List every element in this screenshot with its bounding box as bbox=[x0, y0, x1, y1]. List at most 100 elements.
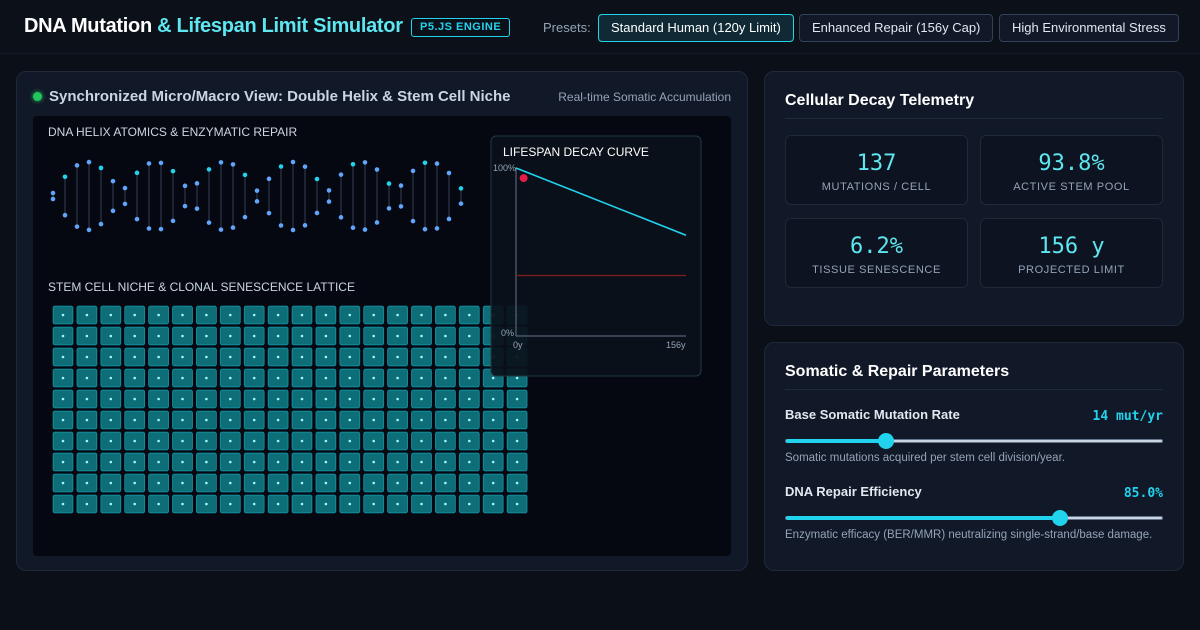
cell-nucleus bbox=[157, 334, 160, 338]
helix-nucleotide bbox=[422, 226, 428, 232]
param-label: DNA Repair Efficiency bbox=[785, 484, 922, 499]
cell-nucleus bbox=[157, 376, 160, 380]
cell-nucleus bbox=[85, 418, 89, 422]
cell-nucleus bbox=[396, 355, 399, 359]
stat-value: 93.8% bbox=[1038, 151, 1105, 176]
cell-nucleus bbox=[515, 376, 519, 380]
cell-nucleus bbox=[157, 397, 160, 401]
helix-nucleotide bbox=[374, 167, 380, 172]
helix-nucleotide bbox=[98, 165, 104, 171]
cell-nucleus bbox=[181, 355, 184, 359]
cell-nucleus bbox=[420, 376, 423, 380]
helix-nucleotide bbox=[146, 226, 152, 231]
cell-nucleus bbox=[300, 439, 304, 443]
stat-projected-limit: 156 y PROJECTED LIMIT bbox=[980, 218, 1163, 288]
cell-nucleus bbox=[109, 439, 113, 443]
helix-nucleotide bbox=[170, 168, 176, 174]
cell-nucleus bbox=[300, 502, 304, 506]
helix-nucleotide bbox=[254, 188, 260, 193]
visualization-subtitle: Real-time Somatic Accumulation bbox=[558, 90, 731, 104]
app-title-accent: & Lifespan Limit Simulator bbox=[157, 15, 403, 37]
cell-nucleus bbox=[324, 334, 328, 338]
cell-nucleus bbox=[85, 313, 89, 317]
cell-nucleus bbox=[109, 502, 113, 506]
helix-nucleotide bbox=[314, 176, 320, 182]
cell-nucleus bbox=[300, 418, 304, 422]
cell-nucleus bbox=[491, 418, 495, 422]
cell-nucleus bbox=[157, 460, 160, 464]
cell-nucleus bbox=[109, 460, 113, 464]
lattice-label: STEM CELL NICHE & CLONAL SENESCENCE LATT… bbox=[48, 280, 355, 294]
cell-nucleus bbox=[300, 376, 304, 380]
cell-nucleus bbox=[491, 481, 495, 485]
stat-value: 6.2% bbox=[850, 234, 903, 259]
cell-nucleus bbox=[372, 481, 376, 485]
cell-nucleus bbox=[205, 334, 208, 338]
cell-nucleus bbox=[181, 313, 184, 317]
helix-nucleotide bbox=[278, 164, 284, 169]
cell-nucleus bbox=[348, 439, 352, 443]
cell-nucleus bbox=[181, 439, 184, 443]
helix-nucleotide bbox=[290, 159, 296, 165]
preset-high-stress-button[interactable]: High Environmental Stress bbox=[999, 14, 1179, 42]
cell-nucleus bbox=[157, 418, 160, 422]
cell-nucleus bbox=[229, 376, 232, 380]
current-age-marker bbox=[519, 174, 528, 183]
parameters-title: Somatic & Repair Parameters bbox=[785, 363, 1010, 380]
cell-nucleus bbox=[109, 418, 113, 422]
cell-nucleus bbox=[205, 439, 208, 443]
cell-nucleus bbox=[133, 439, 136, 443]
cell-nucleus bbox=[276, 460, 280, 464]
slider-thumb[interactable] bbox=[1052, 510, 1069, 526]
cell-nucleus bbox=[420, 334, 423, 338]
cell-nucleus bbox=[420, 313, 423, 317]
dna-helix bbox=[50, 159, 464, 233]
slider-thumb[interactable] bbox=[877, 433, 894, 449]
cell-nucleus bbox=[61, 418, 65, 422]
simulation-canvas[interactable]: DNA HELIX ATOMICS & ENZYMATIC REPAIR STE… bbox=[33, 116, 731, 556]
helix-nucleotide bbox=[206, 167, 212, 172]
cell-nucleus bbox=[420, 502, 423, 506]
engine-badge: P5.JS ENGINE bbox=[411, 18, 511, 37]
cell-nucleus bbox=[324, 313, 328, 317]
helix-nucleotide bbox=[350, 225, 356, 231]
stat-tissue-senescence: 6.2% TISSUE SENESCENCE bbox=[785, 218, 968, 288]
cell-nucleus bbox=[348, 481, 352, 485]
cell-nucleus bbox=[300, 397, 304, 401]
cell-nucleus bbox=[420, 397, 423, 401]
mutation-rate-slider[interactable] bbox=[785, 433, 1163, 449]
cell-nucleus bbox=[515, 460, 519, 464]
stat-mutations-per-cell: 137 MUTATIONS / CELL bbox=[785, 135, 968, 205]
cell-nucleus bbox=[420, 481, 423, 485]
cell-nucleus bbox=[515, 418, 519, 422]
preset-standard-human-button[interactable]: Standard Human (120y Limit) bbox=[598, 14, 794, 42]
preset-enhanced-repair-button[interactable]: Enhanced Repair (156y Cap) bbox=[799, 14, 994, 42]
cell-nucleus bbox=[444, 313, 447, 317]
helix-nucleotide bbox=[74, 163, 80, 168]
cell-nucleus bbox=[324, 355, 328, 359]
cell-nucleus bbox=[396, 418, 399, 422]
helix-nucleotide bbox=[434, 161, 440, 166]
cell-nucleus bbox=[252, 481, 256, 485]
cell-nucleus bbox=[444, 460, 447, 464]
helix-nucleotide bbox=[242, 214, 248, 220]
cell-nucleus bbox=[252, 439, 256, 443]
cell-nucleus bbox=[85, 460, 89, 464]
cell-nucleus bbox=[229, 460, 232, 464]
cell-nucleus bbox=[85, 502, 89, 506]
helix-nucleotide bbox=[386, 181, 392, 186]
repair-efficiency-slider[interactable] bbox=[785, 510, 1163, 526]
cell-nucleus bbox=[157, 481, 160, 485]
helix-label: DNA HELIX ATOMICS & ENZYMATIC REPAIR bbox=[48, 125, 297, 139]
stat-value: 156 y bbox=[1038, 234, 1105, 259]
cell-nucleus bbox=[420, 460, 423, 464]
cell-nucleus bbox=[61, 481, 65, 485]
cell-nucleus bbox=[324, 439, 328, 443]
cell-nucleus bbox=[420, 439, 423, 443]
cell-nucleus bbox=[324, 397, 328, 401]
cell-nucleus bbox=[491, 502, 495, 506]
app-title-main: DNA Mutation bbox=[24, 15, 152, 37]
cell-nucleus bbox=[348, 334, 352, 338]
helix-nucleotide bbox=[326, 188, 332, 193]
cell-nucleus bbox=[205, 460, 208, 464]
